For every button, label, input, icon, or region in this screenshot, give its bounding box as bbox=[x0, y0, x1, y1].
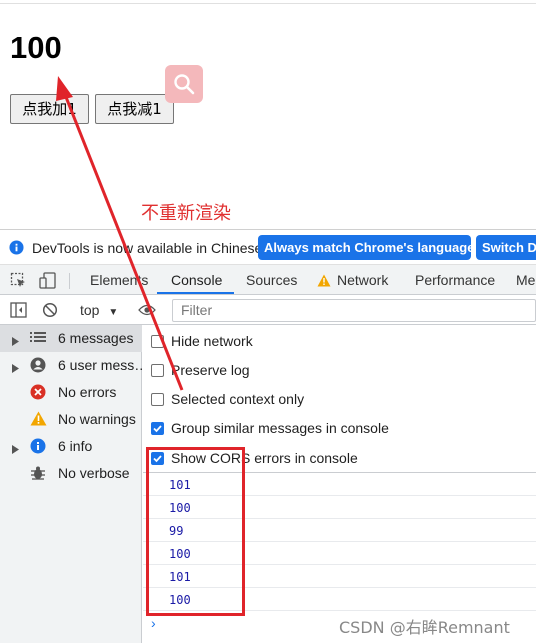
setting-label: Group similar messages in console bbox=[171, 420, 389, 436]
checkbox[interactable] bbox=[151, 364, 164, 377]
bug-icon bbox=[30, 465, 46, 484]
sidebar-toggle-icon[interactable] bbox=[10, 302, 27, 318]
sidebar-item-label: 6 messages bbox=[58, 330, 134, 346]
annotation-text: 不重新渲染 bbox=[141, 203, 231, 224]
counter-value: 100 bbox=[10, 30, 62, 65]
warning-icon bbox=[317, 274, 331, 287]
clear-console-icon[interactable] bbox=[42, 302, 58, 318]
user-icon bbox=[30, 357, 46, 376]
sidebar-item-messages[interactable]: 6 messages bbox=[0, 325, 142, 352]
warning-icon bbox=[30, 411, 47, 429]
tab-sources[interactable]: Sources bbox=[246, 272, 297, 288]
devtools-infobar: DevTools is now available in Chinese! Al… bbox=[0, 230, 536, 265]
watermark: CSDN @右眸Remnant bbox=[339, 618, 510, 637]
error-icon bbox=[30, 384, 46, 403]
sidebar-item-warnings[interactable]: No warnings bbox=[0, 406, 142, 433]
search-icon bbox=[174, 74, 195, 95]
switch-language-button[interactable]: Switch De bbox=[476, 235, 536, 260]
device-toolbar-icon[interactable] bbox=[39, 272, 57, 289]
sidebar-item-user-messages[interactable]: 6 user mess… bbox=[0, 352, 142, 379]
console-prompt-icon[interactable]: › bbox=[151, 615, 156, 631]
subtract-one-button[interactable]: 点我减1 bbox=[95, 94, 174, 124]
expand-arrow-icon bbox=[12, 360, 19, 376]
highlight-box bbox=[146, 447, 245, 616]
infobar-text: DevTools is now available in Chinese! bbox=[32, 240, 267, 256]
info-icon bbox=[30, 438, 46, 457]
context-select[interactable]: top ▼ bbox=[80, 302, 118, 318]
sidebar-item-label: No errors bbox=[58, 384, 117, 400]
sidebar-item-label: 6 user mess… bbox=[58, 357, 142, 373]
tab-elements[interactable]: Elements bbox=[90, 272, 148, 288]
sidebar-item-info[interactable]: 6 info bbox=[0, 433, 142, 460]
sidebar-item-label: No warnings bbox=[58, 411, 136, 427]
checkbox[interactable] bbox=[151, 335, 164, 348]
page-top-border bbox=[0, 0, 536, 4]
list-icon bbox=[30, 330, 46, 347]
tab-memory[interactable]: Me bbox=[516, 272, 535, 288]
sidebar-item-label: 6 info bbox=[58, 438, 93, 454]
checkmark-icon bbox=[153, 425, 162, 433]
filter-input[interactable]: Filter bbox=[172, 299, 536, 322]
sidebar-item-verbose[interactable]: No verbose bbox=[0, 460, 142, 487]
console-filterbar: top ▼ Filter bbox=[0, 295, 536, 325]
dropdown-arrow-icon: ▼ bbox=[108, 307, 119, 318]
sidebar-item-label: No verbose bbox=[58, 465, 130, 481]
add-one-button[interactable]: 点我加1 bbox=[10, 94, 89, 124]
devtools-panel: DevTools is now available in Chinese! Al… bbox=[0, 229, 536, 643]
eye-icon[interactable] bbox=[138, 304, 156, 316]
active-tab-indicator bbox=[157, 292, 234, 294]
checkbox[interactable] bbox=[151, 393, 164, 406]
console-sidebar: 6 messages 6 user mess… No errors No war… bbox=[0, 325, 142, 643]
tab-network[interactable]: Network bbox=[337, 272, 388, 288]
tab-console[interactable]: Console bbox=[171, 272, 222, 288]
info-icon bbox=[9, 240, 24, 255]
match-language-button[interactable]: Always match Chrome's language bbox=[258, 235, 474, 260]
floating-search-button[interactable] bbox=[165, 65, 203, 103]
tab-separator bbox=[69, 273, 70, 289]
setting-label: Hide network bbox=[171, 333, 253, 349]
checkbox-checked[interactable] bbox=[151, 422, 164, 435]
expand-arrow-icon bbox=[12, 441, 19, 457]
inspect-element-icon[interactable] bbox=[10, 272, 27, 289]
tab-performance[interactable]: Performance bbox=[415, 272, 495, 288]
setting-label: Selected context only bbox=[171, 391, 305, 407]
sidebar-item-errors[interactable]: No errors bbox=[0, 379, 142, 406]
expand-arrow-icon bbox=[12, 333, 19, 349]
filter-placeholder: Filter bbox=[181, 302, 213, 318]
context-select-label: top bbox=[80, 302, 100, 318]
setting-label: Preserve log bbox=[171, 362, 250, 378]
devtools-tabbar: Elements Console Sources Network Perform… bbox=[0, 265, 536, 295]
